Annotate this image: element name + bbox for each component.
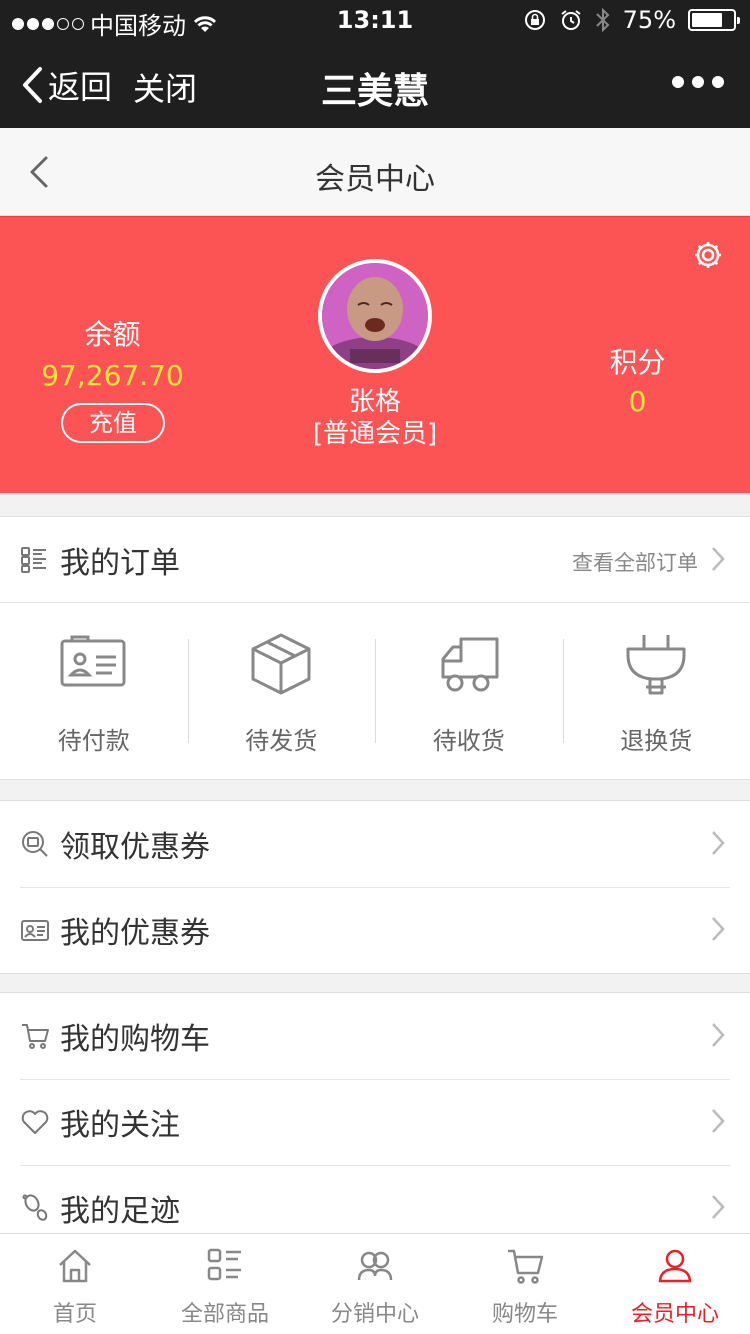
menu-card: 我的购物车 我的关注 我的足迹	[0, 992, 750, 1233]
my-coupon-row[interactable]: 我的优惠券	[0, 887, 750, 973]
my-favorites-label: 我的关注	[60, 1108, 180, 1143]
points-label: 积分	[609, 346, 666, 379]
my-orders-row[interactable]: 我的订单 查看全部订单	[0, 517, 750, 603]
order-status-pending-shipment[interactable]: 待发货	[187, 603, 376, 779]
order-list-icon	[21, 546, 46, 573]
rotation-lock-icon	[524, 10, 545, 30]
card-icon	[60, 635, 126, 687]
tab-all-products-label: 全部商品	[180, 1302, 269, 1327]
avatar-image	[322, 263, 428, 369]
my-cart-label: 我的购物车	[60, 1022, 210, 1057]
more-dot-icon	[672, 76, 684, 88]
order-status-grid: 待付款 待发货 待收货 退换货	[0, 603, 750, 779]
user-icon	[658, 1249, 692, 1283]
status-bar: 中国移动 13:11 75%	[0, 0, 750, 40]
chevron-right-icon	[712, 917, 725, 941]
coupons-card: 领取优惠券 我的优惠券	[0, 800, 750, 974]
battery-percent: 75%	[622, 6, 676, 34]
member-level: [普通会员]	[312, 419, 438, 449]
points-value: 0	[628, 385, 647, 418]
cart-icon	[508, 1249, 544, 1284]
grid-list-icon	[207, 1248, 241, 1281]
tab-distribution-center[interactable]: 分销中心	[300, 1234, 450, 1334]
chevron-right-icon	[712, 547, 725, 571]
balance-label: 余额	[84, 318, 141, 351]
get-coupon-label: 领取优惠券	[60, 830, 210, 865]
tab-distribution-label: 分销中心	[330, 1302, 419, 1327]
more-dot-icon	[712, 76, 724, 88]
coupon-card-icon	[21, 920, 49, 941]
chevron-right-icon	[712, 1023, 725, 1047]
box-icon	[251, 633, 311, 695]
order-status-pending-receipt[interactable]: 待收货	[375, 603, 563, 779]
tab-cart[interactable]: 购物车	[450, 1234, 600, 1334]
nav-bar: 返回 关闭 三美慧	[0, 40, 750, 128]
heart-icon	[21, 1110, 49, 1134]
my-cart-row[interactable]: 我的购物车	[0, 993, 750, 1079]
pending-shipment-label: 待发货	[245, 727, 318, 755]
settings-gear-icon[interactable]	[692, 239, 724, 271]
view-all-orders-link[interactable]: 查看全部订单	[572, 547, 698, 577]
my-orders-label: 我的订单	[60, 545, 180, 581]
get-coupon-row[interactable]: 领取优惠券	[0, 801, 750, 887]
status-icons: 75%	[523, 6, 740, 34]
tab-all-products[interactable]: 全部商品	[150, 1234, 300, 1334]
alarm-icon	[561, 10, 581, 30]
bottom-tab-bar: 首页 全部商品 分销中心 购物车 会员中心	[0, 1233, 750, 1334]
chevron-right-icon	[712, 831, 725, 855]
battery-icon	[688, 9, 740, 31]
more-dot-icon	[692, 76, 704, 88]
people-icon	[357, 1251, 393, 1281]
tab-cart-label: 购物车	[491, 1302, 558, 1327]
truck-icon	[441, 637, 499, 692]
my-footprints-label: 我的足迹	[60, 1194, 180, 1229]
chevron-right-icon	[712, 1195, 725, 1219]
tab-member-center-label: 会员中心	[630, 1302, 719, 1327]
profile-panel: 余额 97,267.70 充值 张格 [普通会员] 积分 0	[0, 216, 750, 495]
page-header: 会员中心	[0, 128, 750, 216]
returns-label: 退换货	[620, 727, 693, 755]
bluetooth-icon	[595, 7, 610, 33]
order-status-returns[interactable]: 退换货	[562, 603, 750, 779]
chevron-right-icon	[712, 1109, 725, 1133]
pending-payment-label: 待付款	[57, 727, 130, 755]
footprint-icon	[22, 1194, 48, 1221]
cart-icon	[22, 1024, 49, 1049]
pending-receipt-label: 待收货	[432, 727, 505, 755]
order-status-pending-payment[interactable]: 待付款	[0, 603, 188, 779]
page-title: 会员中心	[315, 162, 435, 197]
my-favorites-row[interactable]: 我的关注	[0, 1079, 750, 1165]
plug-icon	[626, 635, 686, 695]
more-options-button[interactable]	[672, 76, 724, 88]
orders-card: 我的订单 查看全部订单 待付款 待发货 待收货 退换货	[0, 516, 750, 780]
tab-home-label: 首页	[52, 1302, 97, 1327]
my-footprints-row[interactable]: 我的足迹	[0, 1165, 750, 1233]
home-icon	[59, 1249, 91, 1283]
app-title: 三美慧	[320, 71, 429, 112]
tab-home[interactable]: 首页	[0, 1234, 150, 1334]
my-coupon-label: 我的优惠券	[60, 916, 210, 951]
coupon-search-icon	[22, 831, 48, 857]
avatar[interactable]	[318, 259, 432, 373]
tab-member-center[interactable]: 会员中心	[600, 1234, 750, 1334]
